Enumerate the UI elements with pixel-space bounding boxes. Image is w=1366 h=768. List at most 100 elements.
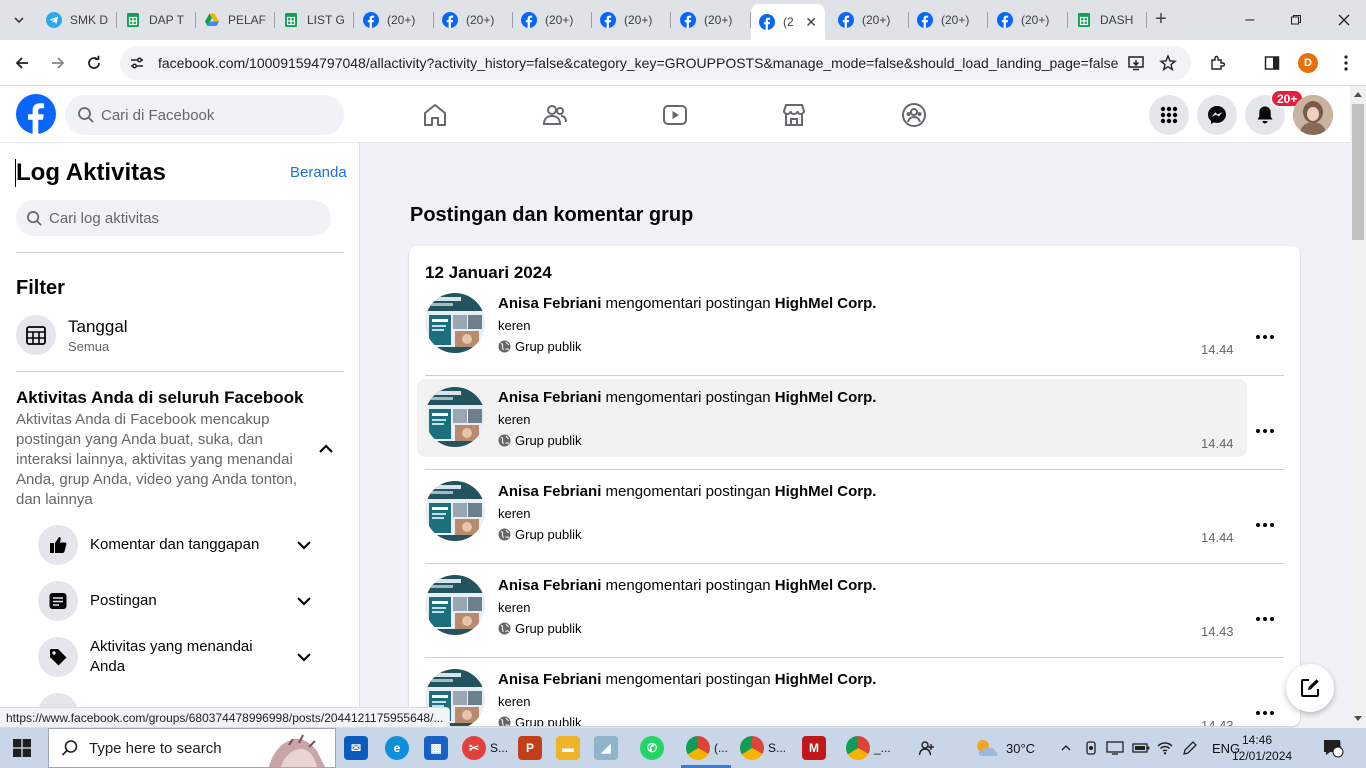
address-bar[interactable]: facebook.com/100091594797048/allactivity… [120,46,1191,80]
taskbar-chrome-1[interactable]: (... [686,734,728,762]
browser-tab[interactable]: (20+) [434,4,513,36]
activity-summary[interactable]: Anisa Febriani mengomentari postingan Hi… [498,483,876,500]
back-icon[interactable] [10,51,34,75]
post-thumbnail[interactable] [425,575,485,635]
browser-tab[interactable]: (20+) [513,4,592,36]
browser-tab[interactable]: (20+) [355,4,434,36]
more-options-icon[interactable] [1254,514,1276,536]
forward-icon[interactable] [46,51,70,75]
activity-summary[interactable]: Anisa Febriani mengomentari postingan Hi… [498,389,876,406]
browser-tab[interactable]: (20+) [672,4,751,36]
new-message-button[interactable] [1286,664,1334,712]
restore-button[interactable] [1284,8,1308,32]
taskbar-notes[interactable]: ◢ [594,734,618,762]
side-panel-icon[interactable] [1260,52,1284,74]
browser-tab[interactable]: (20+) [989,4,1068,36]
reload-icon[interactable] [82,51,106,75]
browser-tab[interactable]: (2 ✕ [751,4,825,40]
activity-item[interactable]: Anisa Febriani mengomentari postingan Hi… [417,567,1247,645]
new-tab-button[interactable]: + [1150,8,1172,30]
install-app-icon[interactable] [1124,52,1148,74]
activity-item[interactable]: Anisa Febriani mengomentari postingan Hi… [417,379,1247,457]
page-scrollbar[interactable] [1350,86,1366,728]
friends-icon[interactable] [542,102,568,128]
taskbar-whatsapp[interactable]: ✆ [640,734,664,762]
tray-meet-icon[interactable] [1084,728,1098,768]
menu-grid-button[interactable] [1149,95,1189,135]
people-icon[interactable] [918,728,936,768]
chevron-down-icon[interactable] [295,648,313,666]
chevron-down-icon[interactable] [295,592,313,610]
taskbar-search-input[interactable]: Type here to search [48,728,336,768]
windows-start-icon[interactable] [12,738,32,758]
actor-name[interactable]: Anisa Febriani [498,577,601,594]
actor-name[interactable]: Anisa Febriani [498,389,601,406]
browser-tab[interactable]: (20+) [909,4,988,36]
browser-tab[interactable]: (20+) [830,4,909,36]
activity-item[interactable]: Anisa Febriani mengomentari postingan Hi… [417,661,1247,726]
taskbar-mail[interactable]: ✉ [344,734,368,762]
profile-avatar[interactable] [1293,95,1333,135]
target-group[interactable]: HighMel Corp. [775,389,877,406]
browser-tab[interactable]: DASH [1068,4,1147,36]
activity-item[interactable]: Anisa Febriani mengomentari postingan Hi… [417,285,1247,363]
system-clock[interactable]: 14:46 12/01/2024 [1232,732,1292,764]
bookmark-star-icon[interactable] [1156,52,1180,74]
browser-profile-avatar[interactable]: D [1298,53,1318,73]
tab-search-chevron-icon[interactable] [6,7,32,33]
taskbar-store[interactable]: ▦ [424,734,448,762]
activity-summary[interactable]: Anisa Febriani mengomentari postingan Hi… [498,577,876,594]
video-icon[interactable] [662,102,688,128]
post-thumbnail[interactable] [425,481,485,541]
activity-summary[interactable]: Anisa Febriani mengomentari postingan Hi… [498,295,876,312]
target-group[interactable]: HighMel Corp. [775,671,877,688]
actor-name[interactable]: Anisa Febriani [498,671,601,688]
home-icon[interactable] [422,102,448,128]
messenger-button[interactable] [1197,95,1237,135]
weather-widget[interactable]: 30°C [974,728,1035,768]
home-link[interactable]: Beranda [290,164,347,181]
taskbar-explorer[interactable]: ▬ [556,734,580,762]
activity-item[interactable]: Anisa Febriani mengomentari postingan Hi… [417,473,1247,551]
category-tagged-activity[interactable]: Aktivitas yang menandai Anda [38,637,328,677]
target-group[interactable]: HighMel Corp. [775,577,877,594]
close-window-button[interactable] [1332,8,1356,32]
more-options-icon[interactable] [1254,420,1276,442]
browser-tab[interactable]: (20+) [592,4,671,36]
pen-icon[interactable] [1182,728,1198,768]
scrollbar-thumb[interactable] [1352,104,1364,240]
marketplace-icon[interactable] [781,102,807,128]
scroll-down-arrow[interactable] [1354,716,1362,721]
facebook-search-input[interactable]: Cari di Facebook [65,95,344,135]
facebook-logo-icon[interactable] [16,94,56,134]
post-thumbnail[interactable] [425,293,485,353]
browser-tab[interactable]: LIST G [275,4,354,36]
target-group[interactable]: HighMel Corp. [775,483,877,500]
tray-overflow-chevron-icon[interactable] [1060,728,1072,768]
chevron-down-icon[interactable] [295,536,313,554]
browser-menu-icon[interactable] [1334,52,1358,74]
extensions-icon[interactable] [1206,52,1230,74]
activity-search-input[interactable]: Cari log aktivitas [16,200,331,236]
actor-name[interactable]: Anisa Febriani [498,295,601,312]
category-posts[interactable]: Postingan [38,581,328,621]
taskbar-chrome-3[interactable]: _... [846,734,891,762]
more-options-icon[interactable] [1254,326,1276,348]
browser-tab[interactable]: DAP T [117,4,196,36]
target-group[interactable]: HighMel Corp. [775,295,877,312]
more-options-icon[interactable] [1254,608,1276,630]
chevron-up-icon[interactable] [316,439,336,459]
browser-tab[interactable]: PELAF [196,4,275,36]
close-tab-icon[interactable]: ✕ [805,14,817,31]
action-center-icon[interactable]: 4 [1322,728,1344,768]
taskbar-powerpoint[interactable]: P [518,734,542,762]
wifi-icon[interactable] [1156,728,1174,768]
taskbar-snipping[interactable]: ✂ S... [462,734,508,762]
more-options-icon[interactable] [1254,702,1276,724]
actor-name[interactable]: Anisa Febriani [498,483,601,500]
taskbar-chrome-2[interactable]: S... [740,734,786,762]
tray-display-icon[interactable] [1106,728,1124,768]
date-filter[interactable]: Tanggal Semua [16,315,128,355]
site-info-icon[interactable] [122,48,152,78]
category-comments-reactions[interactable]: Komentar dan tanggapan [38,525,328,565]
